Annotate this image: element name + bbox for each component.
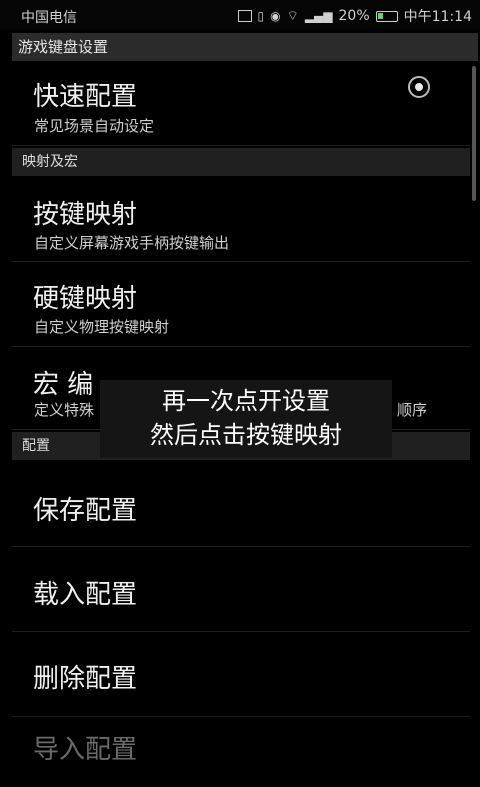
cast-icon <box>237 10 252 22</box>
macro-edit-subtitle-right: 顺序 <box>397 401 428 419</box>
toast-line-2: 然后点击按键映射 <box>150 421 342 449</box>
battery-percent: 20% <box>338 8 370 24</box>
page-title: 游戏键盘设置 <box>12 33 478 61</box>
signal-icon: ▂▄▆ <box>304 9 333 23</box>
toast-line-1: 再一次点开设置 <box>162 387 330 415</box>
quick-config-item[interactable]: 快速配置 常见场景自动设定 <box>12 66 470 146</box>
radio-dot <box>415 83 423 91</box>
hard-key-mapping-item[interactable]: 硬键映射 自定义物理按键映射 <box>12 263 470 347</box>
section-header-mapping-macro: 映射及宏 <box>12 148 470 176</box>
quick-config-title: 快速配置 <box>33 82 138 112</box>
toast-message: 再一次点开设置 然后点击按键映射 <box>100 380 392 458</box>
save-config-title: 保存配置 <box>33 496 138 526</box>
wifi-icon: ⌔ <box>286 9 299 24</box>
load-config-title: 载入配置 <box>33 580 138 610</box>
load-config-item[interactable]: 载入配置 <box>12 548 470 632</box>
hard-key-mapping-title: 硬键映射 <box>33 284 138 314</box>
key-mapping-item[interactable]: 按键映射 自定义屏幕游戏手柄按键输出 <box>12 178 470 262</box>
status-bar: 中国电信 ▯ ◉ ⌔ ▂▄▆ 20% 中午11:14 <box>0 0 480 30</box>
key-mapping-title: 按键映射 <box>33 200 138 230</box>
status-icons: ▯ ◉ ⌔ ▂▄▆ 20% 中午11:14 <box>237 6 472 26</box>
battery-icon <box>375 10 398 22</box>
macro-edit-title: 宏 编 <box>33 370 94 400</box>
import-config-title: 导入配置 <box>33 735 138 765</box>
radio-button-icon[interactable] <box>408 76 430 98</box>
carrier-label: 中国电信 <box>21 10 77 26</box>
eye-comfort-icon: ◉ <box>270 9 281 23</box>
vibrate-icon: ▯ <box>257 9 265 23</box>
macro-edit-subtitle-left: 定义特殊 <box>34 401 95 419</box>
quick-config-subtitle: 常见场景自动设定 <box>34 117 155 135</box>
clock: 中午11:14 <box>403 9 472 25</box>
hard-key-mapping-subtitle: 自定义物理按键映射 <box>34 318 170 336</box>
scrollbar[interactable] <box>472 66 476 201</box>
key-mapping-subtitle: 自定义屏幕游戏手柄按键输出 <box>34 234 230 252</box>
save-config-item[interactable]: 保存配置 <box>12 462 470 547</box>
delete-config-title: 删除配置 <box>33 664 138 694</box>
import-config-item[interactable]: 导入配置 <box>12 718 470 787</box>
delete-config-item[interactable]: 删除配置 <box>12 633 470 717</box>
